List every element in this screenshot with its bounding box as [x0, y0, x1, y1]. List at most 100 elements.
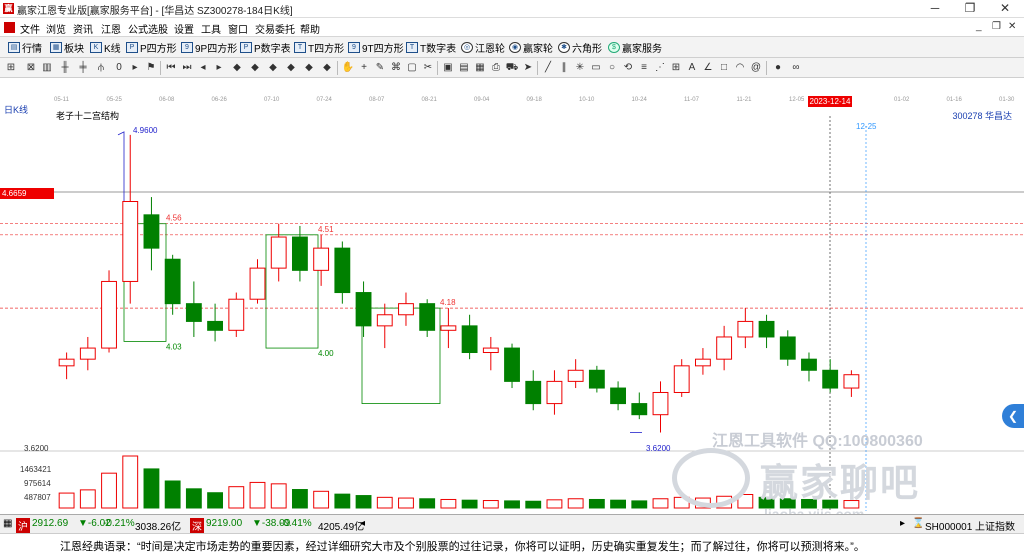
diamond-1-icon[interactable]: ◆: [230, 61, 244, 75]
bookmark-icon[interactable]: ⚑: [144, 61, 158, 75]
menu-file[interactable]: 文件: [20, 21, 40, 36]
layout-icon[interactable]: ⊞: [4, 61, 18, 75]
candle-icon[interactable]: ▥: [40, 61, 54, 75]
candle-body: [355, 292, 372, 327]
ball-icon[interactable]: ●: [771, 61, 785, 75]
cycle-icon[interactable]: ⟲: [621, 61, 635, 75]
menu-trade[interactable]: 交易委托: [255, 21, 295, 36]
toolbar-9t-square-button[interactable]: 9 9T四方形: [348, 40, 404, 55]
image-icon[interactable]: ▣: [441, 61, 455, 75]
candle-body: [758, 320, 775, 338]
diamond-3-icon[interactable]: ◆: [266, 61, 280, 75]
menu-window[interactable]: 窗口: [228, 21, 248, 36]
toolbar-winner-wheel-button[interactable]: ◉ 赢家轮: [509, 40, 553, 55]
gift-icon[interactable]: ⌘: [389, 61, 403, 75]
separator: [160, 61, 161, 75]
toolbar-hexagon-button[interactable]: ✱ 六角形: [558, 40, 602, 55]
menu-formula[interactable]: 公式选股: [128, 21, 168, 36]
box-icon[interactable]: ▭: [589, 61, 603, 75]
left-icon[interactable]: ◂: [196, 61, 210, 75]
9p-square-icon: 9: [181, 42, 193, 53]
candle-body: [419, 303, 436, 331]
table-icon[interactable]: ▦: [473, 61, 487, 75]
candle-body: [694, 358, 711, 367]
circle-tool-icon[interactable]: ○: [605, 61, 619, 75]
scroll-right-icon[interactable]: ▸: [900, 518, 905, 529]
last-icon[interactable]: ⏭: [180, 61, 194, 75]
right-icon[interactable]: ▸: [212, 61, 226, 75]
fork-icon[interactable]: ⫛: [94, 61, 108, 75]
minimize-button[interactable]: ─: [920, 0, 950, 18]
menu-settings[interactable]: 设置: [174, 21, 194, 36]
toolbar-service-button[interactable]: $ 赢家服务: [608, 40, 662, 55]
save-icon[interactable]: ▤: [457, 61, 471, 75]
toolbar-gann-wheel-button[interactable]: ◎ 江恩轮: [461, 40, 505, 55]
arc-icon[interactable]: ◠: [733, 61, 747, 75]
spiral-icon[interactable]: @: [749, 61, 763, 75]
date-tick: 01-02: [894, 97, 910, 103]
ruler-icon[interactable]: ✂: [421, 61, 435, 75]
menu-gann[interactable]: 江恩: [101, 21, 121, 36]
toolbar-9p-square-button[interactable]: 9 9P四方形: [181, 40, 237, 55]
pattern-icon[interactable]: ⊠: [24, 61, 38, 75]
menu-info[interactable]: 资讯: [73, 21, 93, 36]
candle-body: [207, 320, 224, 331]
menu-help[interactable]: 帮助: [300, 21, 320, 36]
toolbar-sector-button[interactable]: ▦ 板块: [50, 40, 84, 55]
close-button[interactable]: ✕: [990, 0, 1020, 18]
pen-icon[interactable]: ✎: [373, 61, 387, 75]
diamond-6-icon[interactable]: ◆: [320, 61, 334, 75]
fan-icon[interactable]: ✳: [573, 61, 587, 75]
toolbar-t-square-button[interactable]: T T四方形: [294, 40, 344, 55]
bar-icon[interactable]: ╫: [58, 61, 72, 75]
angle-icon[interactable]: ∠: [701, 61, 715, 75]
separator: [766, 61, 767, 75]
date-tick: 06-08: [159, 97, 175, 103]
scroll-left-icon[interactable]: ◂: [360, 518, 365, 529]
toolbar-p-table-button[interactable]: P P数字表: [240, 40, 291, 55]
square-tool-icon[interactable]: □: [717, 61, 731, 75]
mdi-close-button[interactable]: ✕: [1008, 21, 1016, 32]
diamond-5-icon[interactable]: ◆: [302, 61, 316, 75]
menu-browse[interactable]: 浏览: [46, 21, 66, 36]
zero-icon[interactable]: 0: [112, 61, 126, 75]
car-icon[interactable]: ⛟: [505, 61, 519, 75]
crosshair-icon[interactable]: +: [357, 61, 371, 75]
candle-body: [631, 403, 648, 416]
toolbar-p-square-button[interactable]: P P四方形: [126, 40, 177, 55]
arrow-icon[interactable]: ➤: [521, 61, 535, 75]
grid-tool-icon[interactable]: ⊞: [669, 61, 683, 75]
volume-bar: [143, 468, 160, 509]
print-icon[interactable]: ⎙: [489, 61, 503, 75]
gann-fan-icon[interactable]: ⋰: [653, 61, 667, 75]
index-selector[interactable]: SH000001 上证指数: [925, 518, 1015, 533]
mdi-minimize-button[interactable]: _: [976, 21, 982, 32]
parallel-icon[interactable]: ∥: [557, 61, 571, 75]
toolbar-quote-button[interactable]: ▤ 行情: [8, 40, 42, 55]
diamond-2-icon[interactable]: ◆: [248, 61, 262, 75]
candle-body: [716, 336, 733, 360]
p-square-icon: P: [126, 42, 138, 53]
toolbar-kline-button[interactable]: K K线: [90, 40, 121, 55]
diamond-4-icon[interactable]: ◆: [284, 61, 298, 75]
infinity-icon[interactable]: ∞: [789, 61, 803, 75]
axis-low-label: 3.6200: [24, 444, 49, 453]
rect-tool-icon[interactable]: ▢: [405, 61, 419, 75]
watermark-contact: 江恩工具软件 QQ:100800360: [712, 433, 923, 450]
chevron-left-icon[interactable]: ❮: [1002, 404, 1024, 428]
fib-icon[interactable]: ≡: [637, 61, 651, 75]
mdi-restore-button[interactable]: ❐: [992, 21, 1001, 32]
toolbar-t-table-button[interactable]: T T数字表: [406, 40, 456, 55]
hand-icon[interactable]: ✋: [341, 61, 355, 75]
grid-icon[interactable]: ▦: [3, 518, 12, 529]
line-icon[interactable]: ╪: [76, 61, 90, 75]
main-toolbar: ▤ 行情 ▦ 板块 K K线 P P四方形 9 9P四方形 P P数字表 T T四方形 9 9T…: [0, 37, 1024, 58]
maximize-button[interactable]: ❐: [955, 0, 985, 18]
candle-body: [461, 325, 478, 354]
text-tool-icon[interactable]: A: [685, 61, 699, 75]
menu-tools[interactable]: 工具: [201, 21, 221, 36]
first-icon[interactable]: ⏮: [164, 61, 178, 75]
draw-line-icon[interactable]: ╱: [541, 61, 555, 75]
volume-bar: [398, 497, 414, 509]
play-icon[interactable]: ▸: [128, 61, 142, 75]
